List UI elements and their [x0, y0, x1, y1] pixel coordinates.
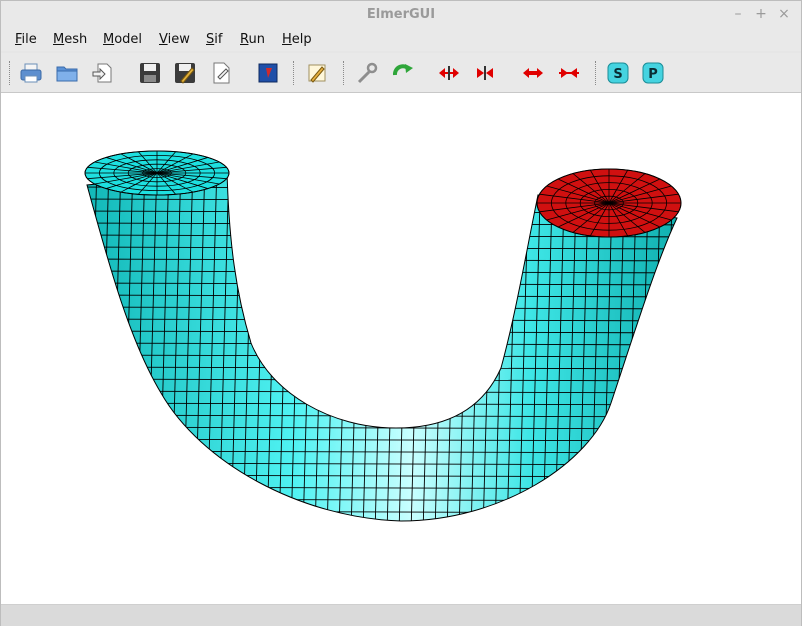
s-button-icon[interactable]: S [606, 61, 630, 85]
minimize-icon[interactable]: – [729, 5, 747, 23]
right-end-cap-selected[interactable] [536, 168, 682, 238]
menu-help[interactable]: Help [282, 32, 312, 47]
image-icon[interactable] [256, 61, 280, 85]
s-button-label: S [613, 67, 622, 82]
menu-sif[interactable]: Sif [206, 32, 222, 47]
mesh-edge [51, 163, 61, 533]
menu-mesh[interactable]: Mesh [53, 32, 87, 47]
edit-icon[interactable] [305, 61, 329, 85]
menu-model[interactable]: Model [103, 32, 142, 47]
toolbar-separator [595, 61, 597, 85]
mesh-edge [75, 163, 85, 533]
menu-bar: File Mesh Model View Sif Run Help [1, 29, 801, 51]
menu-run[interactable]: Run [240, 32, 265, 47]
menu-view[interactable]: View [159, 32, 190, 47]
mesh-edge [61, 523, 721, 525]
mesh-edge [63, 163, 73, 533]
save-as-icon[interactable] [173, 61, 197, 85]
import-icon[interactable] [91, 61, 115, 85]
app-window: ElmerGUI – + × File Mesh Model View Sif … [0, 0, 802, 626]
mesh-edge [711, 163, 721, 533]
new-document-icon[interactable] [209, 61, 233, 85]
p-button-label: P [648, 67, 658, 82]
unify-edge-icon[interactable] [557, 61, 581, 85]
save-icon[interactable] [138, 61, 162, 85]
divide-surface-icon[interactable] [437, 61, 461, 85]
menu-file[interactable]: File [15, 32, 37, 47]
mesh-edge [87, 402, 677, 406]
wrench-icon[interactable] [355, 61, 379, 85]
mesh-edge [699, 163, 709, 533]
close-icon[interactable]: × [775, 5, 793, 23]
open-folder-icon[interactable] [55, 61, 79, 85]
maximize-icon[interactable]: + [752, 5, 770, 23]
print-icon[interactable] [19, 61, 43, 85]
status-bar [1, 604, 801, 626]
divide-edge-icon[interactable] [521, 61, 545, 85]
window-title: ElmerGUI [366, 7, 436, 22]
toolbar-separator [293, 61, 295, 85]
refresh-icon[interactable] [391, 61, 415, 85]
3d-viewport[interactable] [1, 93, 801, 604]
p-button-icon[interactable]: P [641, 61, 665, 85]
left-end-cap [84, 150, 230, 196]
mesh-edge [87, 414, 677, 418]
title-bar: ElmerGUI – + × [1, 1, 801, 29]
toolbar-separator [9, 61, 11, 85]
toolbar-separator [343, 61, 345, 85]
unify-surface-icon[interactable] [473, 61, 497, 85]
toolbar: S P [1, 53, 801, 93]
mesh-view[interactable] [1, 93, 801, 604]
mesh-edge [87, 171, 98, 521]
mesh-edge [687, 163, 697, 533]
